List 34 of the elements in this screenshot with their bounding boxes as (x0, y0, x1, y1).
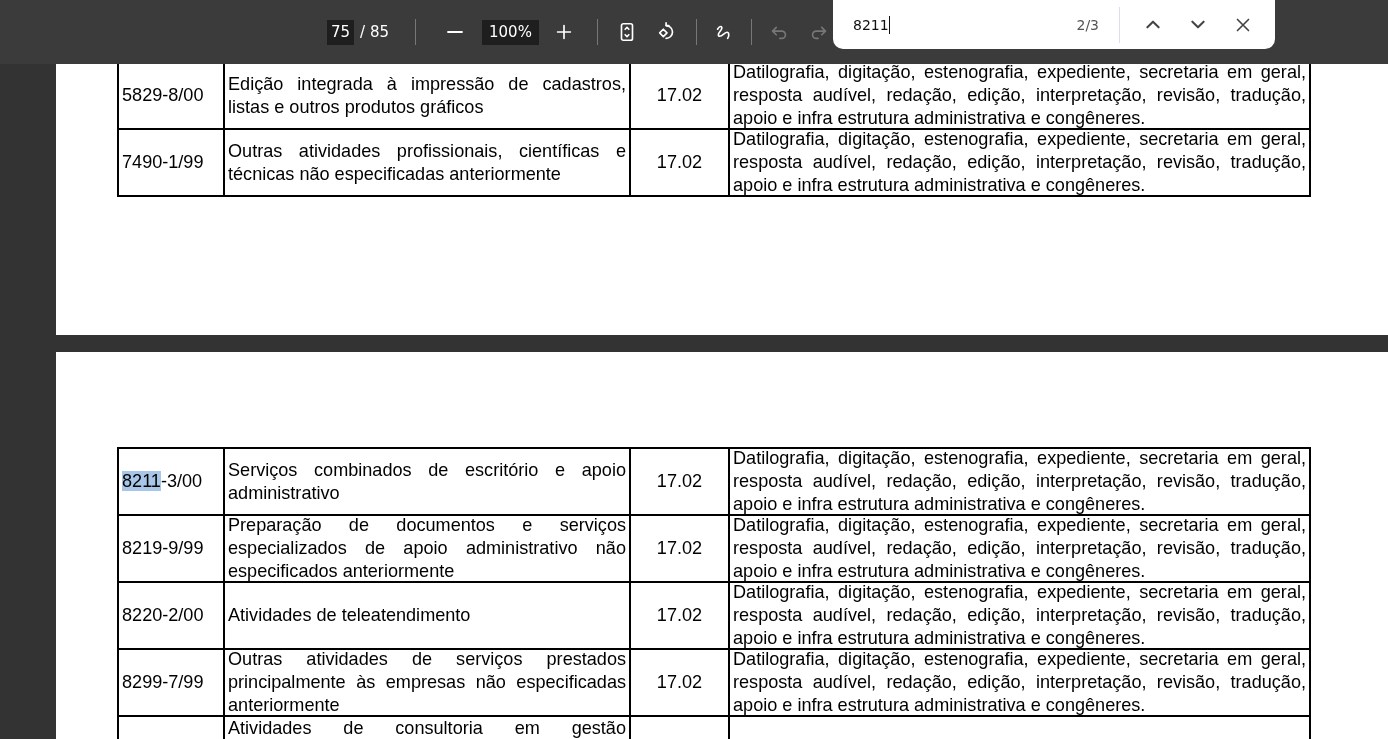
table-cell: 8220-2/00 (119, 583, 225, 650)
table-cell-text: 8211-3/00 (122, 470, 203, 493)
table-cell: Preparação de documentos e serviços especializados de apoio administrativo não especificados anteriormente (225, 516, 631, 583)
match-count: 2/3 (1076, 16, 1099, 33)
table-cell: Datilografia, digitação, estenografia, expediente, secretaria em geral, resposta audível, redação, edição, interpretação, revisão, tradução, apoio e infra estrutura administrativa e congêneres. (730, 64, 1311, 130)
table-cell: 17.02 (631, 130, 730, 197)
table-cell: 17.02 (631, 449, 730, 516)
table-cell: 17.02 (631, 64, 730, 130)
table-cell: Outras atividades profissionais, científicas e técnicas não especificadas anteriormente (225, 130, 631, 197)
table-cell: 17.02 (631, 583, 730, 650)
page-number-field[interactable]: 75 (327, 19, 355, 45)
zoom-field[interactable]: 100% (482, 19, 539, 45)
search-highlight: 8211 (122, 471, 161, 491)
page-total: / 85 (360, 23, 389, 41)
table-cell: Serviços combinados de escritório e apoio administrativo (225, 449, 631, 516)
find-field[interactable]: 8211 (853, 15, 890, 34)
table-cell: Datilografia, digitação, estenografia, expediente, secretaria em geral, resposta audível, redação, edição, interpretação, revisão, tradução, apoio e infra estrutura administrativa e congêneres. (730, 449, 1311, 516)
table-cell: 8219-9/99 (119, 516, 225, 583)
table-cell: Datilografia, digitação, estenografia, expediente, secretaria em geral, resposta audível, redação, edição, interpretação, revisão, tradução, apoio e infra estrutura administrativa e congêneres. (730, 516, 1311, 583)
table-cell: 8299-7/99 (119, 650, 225, 717)
table-cell: Atividades de teleatendimento (225, 583, 631, 650)
table-cell: Datilografia, digitação, estenografia, expediente, secretaria em geral, resposta audível, redação, edição, interpretação, revisão, tradução, apoio e infra estrutura administrativa e congêneres. (730, 650, 1311, 717)
table-cell: Outras atividades de serviços prestados principalmente às empresas não especificadas anteriormente (225, 650, 631, 717)
table-cell: 5829-8/00 (119, 64, 225, 130)
table-cell: Edição integrada à impressão de cadastros, listas e outros produtos gráficos (225, 64, 631, 130)
chevron-down-icon (1191, 20, 1205, 29)
table-cell: Datilografia, digitação, estenografia, expediente, secretaria em geral, resposta audível, redação, edição, interpretação, revisão, tradução, apoio e infra estrutura administrativa e congêneres. (730, 583, 1311, 650)
minus-icon (447, 30, 463, 34)
table-cell: Atividades de consultoria em gestão (225, 717, 631, 739)
table-cell: Datilografia, digitação, estenografia, expediente, secretaria em geral, resposta audível, redação, edição, interpretação, revisão, tradução, apoio e infra estrutura administrativa e congêneres. (730, 130, 1311, 197)
table-cell: 7490-1/99 (119, 130, 225, 197)
table-cell: 17.02 (631, 516, 730, 583)
table-cell: 17.02 (631, 650, 730, 717)
chevron-up-icon (1146, 20, 1160, 29)
